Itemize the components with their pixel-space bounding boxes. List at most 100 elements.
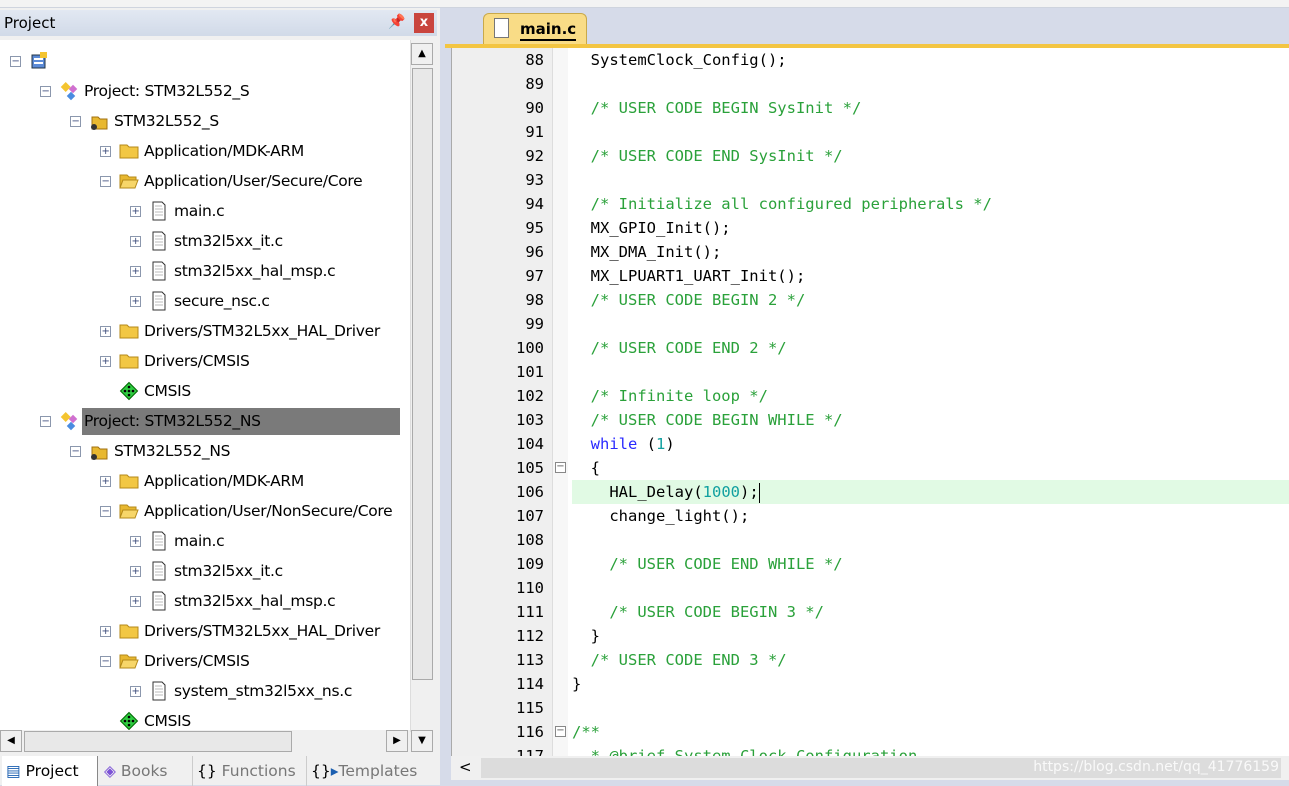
scroll-left-button[interactable]: ◀ [0, 730, 22, 752]
tree-item[interactable]: − Project: STM32L552_NS [0, 408, 410, 436]
folder-icon [119, 321, 139, 341]
tree-item[interactable]: − [0, 48, 410, 76]
code-line[interactable]: MX_DMA_Init(); [572, 240, 1289, 264]
scroll-thumb[interactable] [24, 731, 292, 752]
code-line[interactable]: /* Initialize all configured peripherals… [572, 192, 1289, 216]
expand-icon[interactable]: + [100, 476, 111, 487]
code-line[interactable]: * @brief System Clock Configuration [572, 744, 1289, 756]
expand-icon[interactable]: + [100, 146, 111, 157]
tree-item[interactable]: − Project: STM32L552_S [0, 78, 410, 106]
expand-icon[interactable]: + [130, 686, 141, 697]
expand-icon[interactable]: + [130, 536, 141, 547]
tree-item-label: Project: STM32L552_S [84, 82, 250, 100]
code-token: while [590, 435, 638, 453]
tree-item[interactable]: + Drivers/STM32L5xx_HAL_Driver [0, 318, 410, 346]
tree-item[interactable]: CMSIS [0, 708, 410, 730]
code-line[interactable] [572, 312, 1289, 336]
tree-item[interactable]: + stm32l5xx_it.c [0, 228, 410, 256]
tree-item[interactable]: − STM32L552_S [0, 108, 410, 136]
tree-item[interactable]: CMSIS [0, 378, 410, 406]
code-line[interactable]: MX_LPUART1_UART_Init(); [572, 264, 1289, 288]
tab-functions[interactable]: {} Functions [192, 756, 300, 786]
tree-item[interactable]: + system_stm32l5xx_ns.c [0, 678, 410, 706]
line-number: 110 [516, 579, 544, 597]
code-line[interactable]: /* USER CODE BEGIN 2 */ [572, 288, 1289, 312]
code-line[interactable]: /* USER CODE END 2 */ [572, 336, 1289, 360]
tree-item[interactable]: + Drivers/STM32L5xx_HAL_Driver [0, 618, 410, 646]
collapse-icon[interactable]: − [70, 116, 81, 127]
code-line[interactable]: while (1) [572, 432, 1289, 456]
tree-item[interactable]: + main.c [0, 528, 410, 556]
tab-templates[interactable]: {}▸Templates [306, 756, 421, 786]
code-line[interactable] [572, 72, 1289, 96]
expand-icon[interactable]: + [130, 296, 141, 307]
tree-item[interactable]: − Application/User/Secure/Core [0, 168, 410, 196]
scroll-thumb[interactable] [412, 68, 433, 680]
collapse-icon[interactable]: − [10, 56, 21, 67]
code-line[interactable]: /* USER CODE END WHILE */ [572, 552, 1289, 576]
vertical-scrollbar[interactable]: ▲ ▼ [410, 40, 434, 752]
editor-tab-main-c[interactable]: main.c [483, 13, 587, 45]
collapse-icon[interactable]: − [40, 86, 51, 97]
expand-icon[interactable]: + [130, 566, 141, 577]
code-line[interactable]: HAL_Delay(1000); [572, 480, 1289, 504]
code-line[interactable] [572, 120, 1289, 144]
code-line[interactable]: } [572, 624, 1289, 648]
code-line[interactable]: } [572, 672, 1289, 696]
tree-item[interactable]: + secure_nsc.c [0, 288, 410, 316]
scroll-up-button[interactable]: ▲ [411, 43, 433, 65]
scroll-left-button[interactable]: < [459, 758, 472, 776]
expand-icon[interactable]: + [130, 236, 141, 247]
code-line[interactable]: /* USER CODE END 3 */ [572, 648, 1289, 672]
line-number: 93 [525, 171, 544, 189]
collapse-icon[interactable]: − [40, 416, 51, 427]
fold-toggle-icon[interactable]: − [555, 462, 566, 473]
tree-item[interactable]: + stm32l5xx_it.c [0, 558, 410, 586]
tree-item[interactable]: + main.c [0, 198, 410, 226]
expand-icon[interactable]: + [130, 206, 141, 217]
collapse-icon[interactable]: − [100, 506, 111, 517]
tree-item[interactable]: + Application/MDK-ARM [0, 138, 410, 166]
expand-icon[interactable]: + [130, 266, 141, 277]
tree-item[interactable]: + stm32l5xx_hal_msp.c [0, 588, 410, 616]
tree-item[interactable]: − Application/User/NonSecure/Core [0, 498, 410, 526]
horizontal-scrollbar[interactable]: ◀ ▶ [0, 730, 410, 754]
tab-books[interactable]: ◈ Books [100, 756, 172, 786]
code-line[interactable] [572, 528, 1289, 552]
code-line[interactable]: SystemClock_Config(); [572, 48, 1289, 72]
scroll-down-button[interactable]: ▼ [411, 730, 433, 752]
tree-item[interactable]: + Drivers/CMSIS [0, 348, 410, 376]
code-line[interactable]: /* Infinite loop */ [572, 384, 1289, 408]
expand-icon[interactable]: + [100, 326, 111, 337]
code-line[interactable] [572, 576, 1289, 600]
fold-toggle-icon[interactable]: − [555, 726, 566, 737]
expand-icon[interactable]: + [130, 596, 141, 607]
code-line[interactable] [572, 360, 1289, 384]
collapse-icon[interactable]: − [100, 656, 111, 667]
scroll-right-button[interactable]: ▶ [386, 730, 408, 752]
code-token: SystemClock_Config(); [572, 51, 787, 69]
code-line[interactable]: /* USER CODE BEGIN WHILE */ [572, 408, 1289, 432]
tree-item[interactable]: − Drivers/CMSIS [0, 648, 410, 676]
tree-item[interactable]: + stm32l5xx_hal_msp.c [0, 258, 410, 286]
code-line[interactable]: /** [572, 720, 1289, 744]
code-line[interactable]: MX_GPIO_Init(); [572, 216, 1289, 240]
code-line[interactable]: { [572, 456, 1289, 480]
tab-project[interactable]: ▤ Project [2, 756, 98, 786]
tree-item[interactable]: − STM32L552_NS [0, 438, 410, 466]
pin-icon[interactable]: 📌 [388, 14, 405, 30]
close-button[interactable]: x [414, 13, 434, 33]
expand-icon[interactable]: + [100, 626, 111, 637]
expand-icon[interactable]: + [100, 356, 111, 367]
code-line[interactable]: /* USER CODE BEGIN SysInit */ [572, 96, 1289, 120]
code-editor[interactable]: 88 SystemClock_Config(); 89 90 /* USER COD… [451, 48, 1289, 756]
code-line[interactable]: /* USER CODE END SysInit */ [572, 144, 1289, 168]
collapse-icon[interactable]: − [70, 446, 81, 457]
code-line[interactable]: /* USER CODE BEGIN 3 */ [572, 600, 1289, 624]
code-line[interactable] [572, 696, 1289, 720]
line-number: 96 [525, 243, 544, 261]
tree-item[interactable]: + Application/MDK-ARM [0, 468, 410, 496]
code-line[interactable] [572, 168, 1289, 192]
collapse-icon[interactable]: − [100, 176, 111, 187]
code-line[interactable]: change_light(); [572, 504, 1289, 528]
